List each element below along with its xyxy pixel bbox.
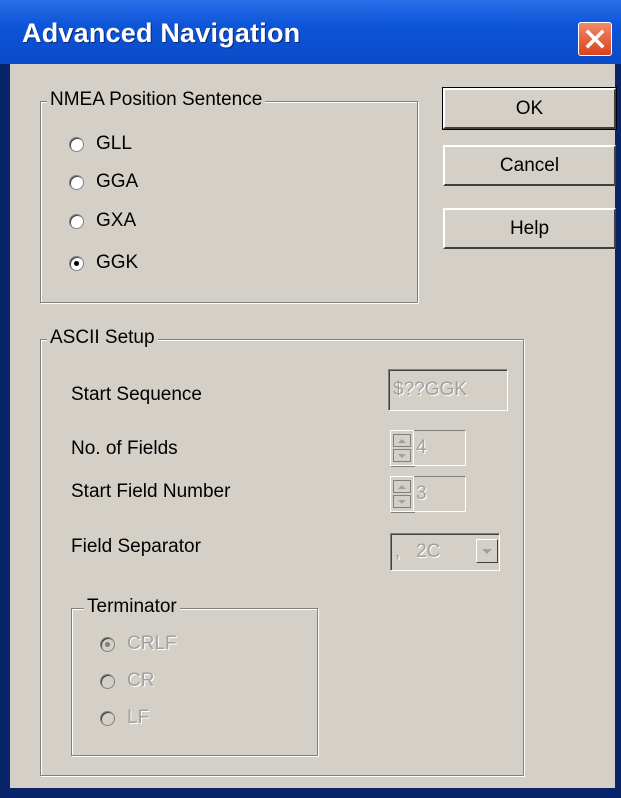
start-sequence-input[interactable]: $??GGK bbox=[388, 369, 508, 411]
spinner-down-arrow-icon[interactable] bbox=[393, 449, 411, 462]
start-field-number-spinner[interactable] bbox=[390, 476, 414, 512]
radio-label-ggk: GGK bbox=[96, 252, 139, 273]
start-field-number-input[interactable]: 3 bbox=[414, 476, 466, 512]
radio-button[interactable] bbox=[100, 710, 115, 726]
radio-label-gxa: GXA bbox=[96, 210, 137, 231]
radio-button[interactable] bbox=[69, 213, 84, 229]
spinner-down-arrow-icon[interactable] bbox=[393, 495, 411, 508]
close-button[interactable] bbox=[578, 22, 612, 56]
ascii-group-legend: ASCII Setup bbox=[47, 327, 158, 349]
radio-crlf[interactable]: CRLF bbox=[100, 632, 177, 656]
radio-label-gga: GGA bbox=[96, 171, 139, 192]
field-separator-label: Field Separator bbox=[71, 536, 201, 557]
radio-label-crlf: CRLF bbox=[127, 633, 177, 654]
spinner-up-arrow-icon[interactable] bbox=[393, 434, 411, 447]
radio-cr[interactable]: CR bbox=[100, 669, 154, 693]
nmea-group-legend: NMEA Position Sentence bbox=[47, 89, 266, 111]
radio-ggk[interactable]: GGK bbox=[69, 251, 138, 275]
radio-lf[interactable]: LF bbox=[100, 706, 149, 730]
dialog-window: Advanced Navigation NMEA Position Senten… bbox=[0, 0, 621, 798]
spinner-up-arrow-icon[interactable] bbox=[393, 480, 411, 493]
terminator-group-legend: Terminator bbox=[84, 596, 180, 618]
radio-label-gll: GLL bbox=[96, 133, 132, 154]
radio-button-selected[interactable] bbox=[69, 255, 84, 271]
radio-button[interactable] bbox=[69, 136, 84, 152]
dropdown-arrow-icon[interactable] bbox=[476, 539, 498, 563]
ok-button[interactable]: OK bbox=[442, 87, 617, 130]
help-button[interactable]: Help bbox=[443, 208, 616, 249]
cancel-button[interactable]: Cancel bbox=[443, 145, 616, 186]
radio-gxa[interactable]: GXA bbox=[69, 209, 136, 233]
start-field-number-label: Start Field Number bbox=[71, 481, 231, 502]
radio-button-selected[interactable] bbox=[100, 636, 115, 652]
radio-label-cr: CR bbox=[127, 670, 155, 691]
title-bar[interactable]: Advanced Navigation bbox=[0, 0, 621, 64]
radio-label-lf: LF bbox=[127, 707, 150, 728]
dialog-body: NMEA Position Sentence GLL GGA GXA GGK O… bbox=[10, 64, 617, 788]
field-separator-value: , 2C bbox=[395, 541, 441, 562]
no-of-fields-label: No. of Fields bbox=[71, 438, 178, 459]
no-of-fields-spinner[interactable] bbox=[390, 430, 414, 466]
radio-gll[interactable]: GLL bbox=[69, 132, 132, 156]
radio-button[interactable] bbox=[69, 174, 84, 190]
window-title: Advanced Navigation bbox=[22, 18, 301, 48]
radio-gga[interactable]: GGA bbox=[69, 170, 138, 194]
no-of-fields-input[interactable]: 4 bbox=[414, 430, 466, 466]
start-sequence-label: Start Sequence bbox=[71, 384, 202, 405]
radio-button[interactable] bbox=[100, 673, 115, 689]
close-icon bbox=[585, 29, 605, 49]
